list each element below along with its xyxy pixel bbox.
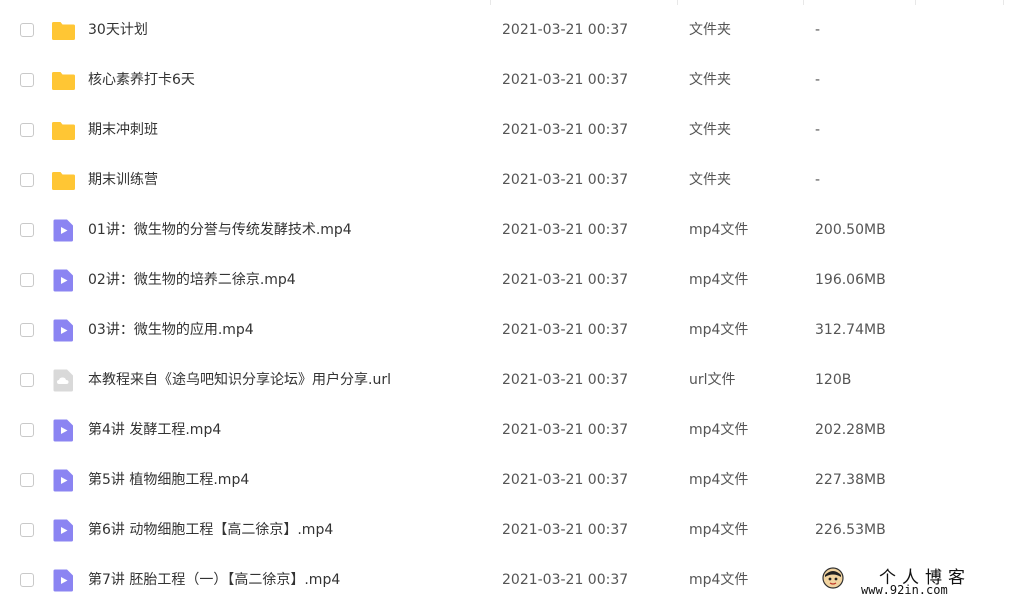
file-size: - [815, 172, 821, 188]
file-name[interactable]: 03讲：微生物的应用.mp4 [88, 321, 254, 339]
column-header-dividers [0, 0, 1012, 5]
file-size: 227.38MB [815, 472, 886, 488]
file-size: 196.06MB [815, 272, 886, 288]
row-checkbox[interactable] [20, 273, 34, 287]
file-name[interactable]: 01讲：微生物的分誉与传统发酵技术.mp4 [88, 221, 352, 239]
file-size: 226.53MB [815, 522, 886, 538]
row-checkbox[interactable] [20, 373, 34, 387]
file-name[interactable]: 第5讲 植物细胞工程.mp4 [88, 471, 249, 489]
file-row[interactable]: 第4讲 发酵工程.mp4 2021-03-21 00:37 mp4文件 202.28M… [0, 406, 1012, 456]
modified-date: 2021-03-21 00:37 [502, 222, 629, 238]
file-list: 30天计划 2021-03-21 00:37 文件夹 - 核心素养打卡6天 2021-03… [0, 6, 1012, 606]
row-checkbox[interactable] [20, 423, 34, 437]
file-size: - [815, 72, 821, 88]
file-row[interactable]: 期末训练营 2021-03-21 00:37 文件夹 - [0, 156, 1012, 206]
modified-date: 2021-03-21 00:37 [502, 572, 629, 588]
file-name[interactable]: 期末冲刺班 [88, 121, 158, 139]
modified-date: 2021-03-21 00:37 [502, 422, 629, 438]
row-checkbox[interactable] [20, 323, 34, 337]
video-file-icon [51, 518, 76, 543]
watermark-url: www.92in.com [861, 583, 948, 597]
modified-date: 2021-03-21 00:37 [502, 372, 629, 388]
file-type: mp4文件 [689, 222, 749, 238]
video-file-icon [51, 468, 76, 493]
file-size: - [815, 22, 821, 38]
video-file-icon [51, 568, 76, 593]
file-size: 202.28MB [815, 422, 886, 438]
file-name[interactable]: 期末训练营 [88, 171, 158, 189]
video-file-icon [51, 318, 76, 343]
row-checkbox[interactable] [20, 473, 34, 487]
blog-watermark: 个人博客 www.92in.com [817, 560, 1012, 603]
file-type: mp4文件 [689, 272, 749, 288]
folder-icon [51, 68, 76, 93]
modified-date: 2021-03-21 00:37 [502, 72, 629, 88]
file-name[interactable]: 第4讲 发酵工程.mp4 [88, 421, 221, 439]
file-row[interactable]: 核心素养打卡6天 2021-03-21 00:37 文件夹 - [0, 56, 1012, 106]
file-type: 文件夹 [689, 72, 731, 88]
row-checkbox[interactable] [20, 173, 34, 187]
url-file-icon [51, 368, 76, 393]
file-size: 200.50MB [815, 222, 886, 238]
row-checkbox[interactable] [20, 573, 34, 587]
file-size: 120B [815, 372, 852, 388]
row-checkbox[interactable] [20, 73, 34, 87]
modified-date: 2021-03-21 00:37 [502, 172, 629, 188]
file-row[interactable]: 03讲：微生物的应用.mp4 2021-03-21 00:37 mp4文件 312.7… [0, 306, 1012, 356]
file-name[interactable]: 第7讲 胚胎工程（一）【高二徐京】.mp4 [88, 571, 340, 589]
modified-date: 2021-03-21 00:37 [502, 22, 629, 38]
file-type: mp4文件 [689, 422, 749, 438]
file-size: - [815, 122, 821, 138]
file-size: 312.74MB [815, 322, 886, 338]
file-type: 文件夹 [689, 172, 731, 188]
file-type: mp4文件 [689, 322, 749, 338]
file-type: mp4文件 [689, 572, 749, 588]
file-name[interactable]: 核心素养打卡6天 [88, 71, 195, 89]
file-row[interactable]: 本教程来自《途乌吧知识分享论坛》用户分享.url 2021-03-21 00:37… [0, 356, 1012, 406]
row-checkbox[interactable] [20, 523, 34, 537]
file-name[interactable]: 02讲：微生物的培养二徐京.mp4 [88, 271, 296, 289]
file-row[interactable]: 第6讲 动物细胞工程【高二徐京】.mp4 2021-03-21 00:37 mp4文… [0, 506, 1012, 556]
file-row[interactable]: 30天计划 2021-03-21 00:37 文件夹 - [0, 6, 1012, 56]
file-row[interactable]: 第5讲 植物细胞工程.mp4 2021-03-21 00:37 mp4文件 227.3… [0, 456, 1012, 506]
blog-logo-icon [822, 567, 844, 589]
folder-icon [51, 118, 76, 143]
folder-icon [51, 168, 76, 193]
file-name[interactable]: 本教程来自《途乌吧知识分享论坛》用户分享.url [88, 371, 391, 389]
file-row[interactable]: 02讲：微生物的培养二徐京.mp4 2021-03-21 00:37 mp4文件 19… [0, 256, 1012, 306]
file-type: mp4文件 [689, 522, 749, 538]
file-name[interactable]: 30天计划 [88, 21, 148, 39]
row-checkbox[interactable] [20, 223, 34, 237]
file-row[interactable]: 01讲：微生物的分誉与传统发酵技术.mp4 2021-03-21 00:37 mp4… [0, 206, 1012, 256]
file-type: url文件 [689, 372, 736, 388]
modified-date: 2021-03-21 00:37 [502, 122, 629, 138]
file-type: 文件夹 [689, 122, 731, 138]
file-name[interactable]: 第6讲 动物细胞工程【高二徐京】.mp4 [88, 521, 333, 539]
video-file-icon [51, 218, 76, 243]
modified-date: 2021-03-21 00:37 [502, 522, 629, 538]
file-type: mp4文件 [689, 472, 749, 488]
folder-icon [51, 18, 76, 43]
file-type: 文件夹 [689, 22, 731, 38]
video-file-icon [51, 268, 76, 293]
row-checkbox[interactable] [20, 23, 34, 37]
file-row[interactable]: 期末冲刺班 2021-03-21 00:37 文件夹 - [0, 106, 1012, 156]
video-file-icon [51, 418, 76, 443]
modified-date: 2021-03-21 00:37 [502, 472, 629, 488]
row-checkbox[interactable] [20, 123, 34, 137]
modified-date: 2021-03-21 00:37 [502, 322, 629, 338]
modified-date: 2021-03-21 00:37 [502, 272, 629, 288]
